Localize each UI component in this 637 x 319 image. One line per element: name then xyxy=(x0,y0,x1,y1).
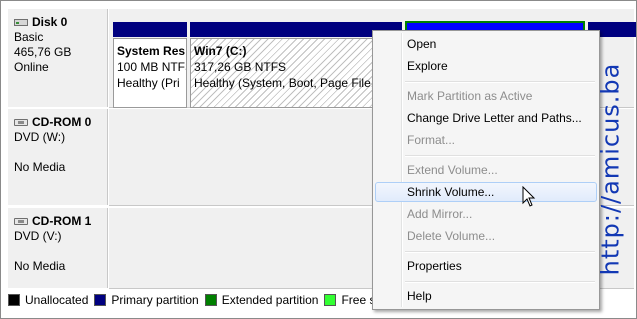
legend-swatch-unallocated xyxy=(8,294,20,306)
disk-0-type: Basic xyxy=(14,30,44,44)
partition-size: 317,26 GB NTFS xyxy=(194,60,287,74)
disk-0-size: 465,76 GB xyxy=(14,45,72,59)
menu-item-shrink-volume[interactable]: Shrink Volume... xyxy=(375,182,597,202)
legend-label: Primary partition xyxy=(111,293,199,307)
menu-item-format[interactable]: Format... xyxy=(375,130,597,150)
disk-0-status: Online xyxy=(14,60,49,74)
menu-item-change-drive-letter[interactable]: Change Drive Letter and Paths... xyxy=(375,108,597,128)
menu-separator xyxy=(405,251,595,253)
partition-size: 100 MB NTFS xyxy=(117,60,187,74)
legend: Unallocated Primary partition Extended p… xyxy=(8,290,382,310)
legend-unallocated: Unallocated xyxy=(8,293,88,307)
menu-separator xyxy=(405,81,595,83)
cdrom-0-name: CD-ROM 0 xyxy=(32,115,92,129)
watermark-text: http://amicus.ba xyxy=(596,62,625,276)
disk-0-name-row: Disk 0 xyxy=(14,15,107,30)
cdrom-0-drive: DVD (W:) xyxy=(14,130,66,144)
cdrom-0-label[interactable]: CD-ROM 0 DVD (W:) No Media xyxy=(8,109,108,205)
legend-swatch-free-space xyxy=(324,294,337,306)
partition-title: Win7 (C:) xyxy=(194,44,247,58)
menu-item-help[interactable]: Help xyxy=(375,286,597,306)
partition-bar-system-reserved[interactable] xyxy=(113,22,187,37)
cdrom-0-name-row: CD-ROM 0 xyxy=(14,115,107,130)
menu-item-mark-active[interactable]: Mark Partition as Active xyxy=(375,86,597,106)
disk-0-name: Disk 0 xyxy=(32,15,68,29)
disk-0-label[interactable]: Disk 0 Basic 465,76 GB Online xyxy=(8,9,108,107)
menu-separator xyxy=(405,281,595,283)
cdrom-0-status: No Media xyxy=(14,160,66,174)
menu-item-add-mirror[interactable]: Add Mirror... xyxy=(375,204,597,224)
partition-title: System Res xyxy=(117,44,186,58)
partition-status: Healthy (Pri xyxy=(117,76,180,90)
legend-extended: Extended partition xyxy=(204,293,319,307)
menu-item-explore[interactable]: Explore xyxy=(375,56,597,76)
menu-item-open[interactable]: Open xyxy=(375,34,597,54)
menu-item-delete-volume[interactable]: Delete Volume... xyxy=(375,226,597,246)
cdrom-1-name-row: CD-ROM 1 xyxy=(14,214,107,229)
disk-icon xyxy=(14,17,29,28)
cdrom-1-drive: DVD (V:) xyxy=(14,229,62,243)
watermark: http://amicus.ba xyxy=(590,63,630,276)
legend-label: Extended partition xyxy=(221,293,319,307)
mouse-cursor-icon xyxy=(522,186,536,207)
cdrom-1-status: No Media xyxy=(14,259,66,273)
cdrom-icon xyxy=(14,216,29,227)
cdrom-icon xyxy=(14,117,29,128)
partition-bar-win7[interactable] xyxy=(190,22,402,37)
menu-separator xyxy=(405,155,595,157)
partition-system-reserved[interactable]: System Res 100 MB NTFS Healthy (Pri xyxy=(113,38,187,108)
legend-label: Unallocated xyxy=(25,293,89,307)
partition-win7[interactable]: Win7 (C:) 317,26 GB NTFS Healthy (System… xyxy=(190,38,373,108)
cdrom-1-name: CD-ROM 1 xyxy=(32,214,92,228)
partition-status: Healthy (System, Boot, Page File, A xyxy=(194,76,373,90)
menu-item-extend-volume[interactable]: Extend Volume... xyxy=(375,160,597,180)
legend-swatch-extended xyxy=(204,294,217,306)
legend-primary: Primary partition xyxy=(94,293,199,307)
cdrom-1-label[interactable]: CD-ROM 1 DVD (V:) No Media xyxy=(8,208,108,288)
context-menu: Open Explore Mark Partition as Active Ch… xyxy=(372,30,600,310)
legend-swatch-primary xyxy=(94,294,107,306)
menu-item-properties[interactable]: Properties xyxy=(375,256,597,276)
